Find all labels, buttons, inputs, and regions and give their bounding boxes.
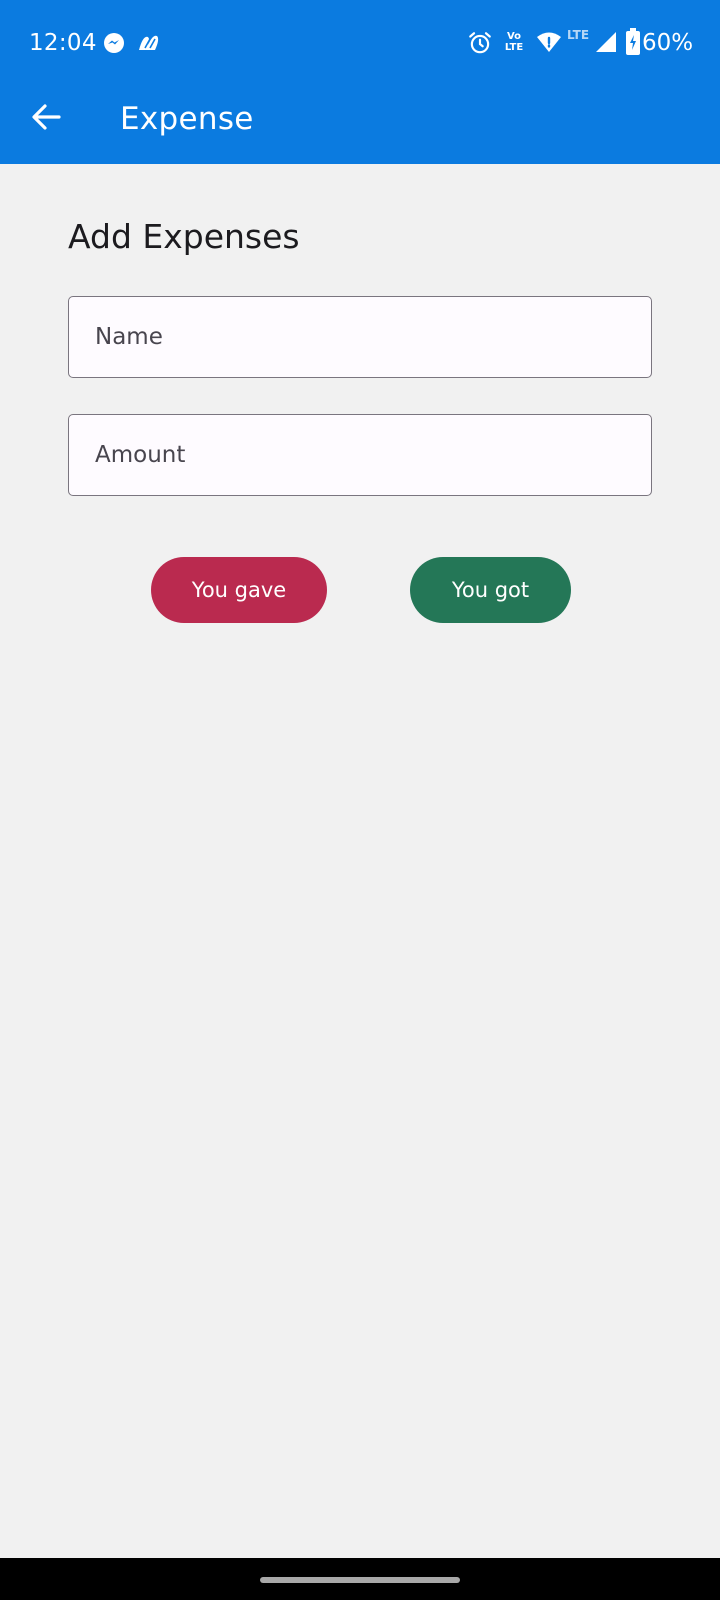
home-gesture-handle[interactable] (260, 1577, 460, 1583)
battery-percent: 60% (642, 30, 694, 56)
name-field[interactable] (68, 296, 652, 378)
name-input[interactable] (69, 297, 651, 377)
volte-icon: Vo LTE (503, 31, 525, 53)
battery-icon (626, 28, 640, 55)
wifi-icon (537, 32, 561, 52)
arrow-back-icon[interactable] (24, 94, 70, 140)
status-time: 12:04 (29, 30, 97, 56)
volte-top: Vo (506, 31, 522, 42)
page-title: Expense (120, 101, 254, 137)
you-gave-button[interactable]: You gave (151, 557, 327, 623)
alarm-icon (469, 32, 491, 54)
amount-input[interactable] (69, 415, 651, 495)
app-notification-icon (139, 35, 159, 50)
status-bar: 12:04 Vo LTE LTE 60% (0, 0, 720, 84)
app-bar: 12:04 Vo LTE LTE 60% Expense (0, 0, 720, 164)
messenger-icon (104, 33, 124, 53)
you-got-button[interactable]: You got (410, 557, 571, 623)
volte-bottom: LTE (504, 42, 524, 53)
cell-signal-icon (596, 32, 616, 52)
form-heading: Add Expenses (68, 217, 300, 256)
amount-field[interactable] (68, 414, 652, 496)
network-type-label: LTE (567, 28, 590, 42)
